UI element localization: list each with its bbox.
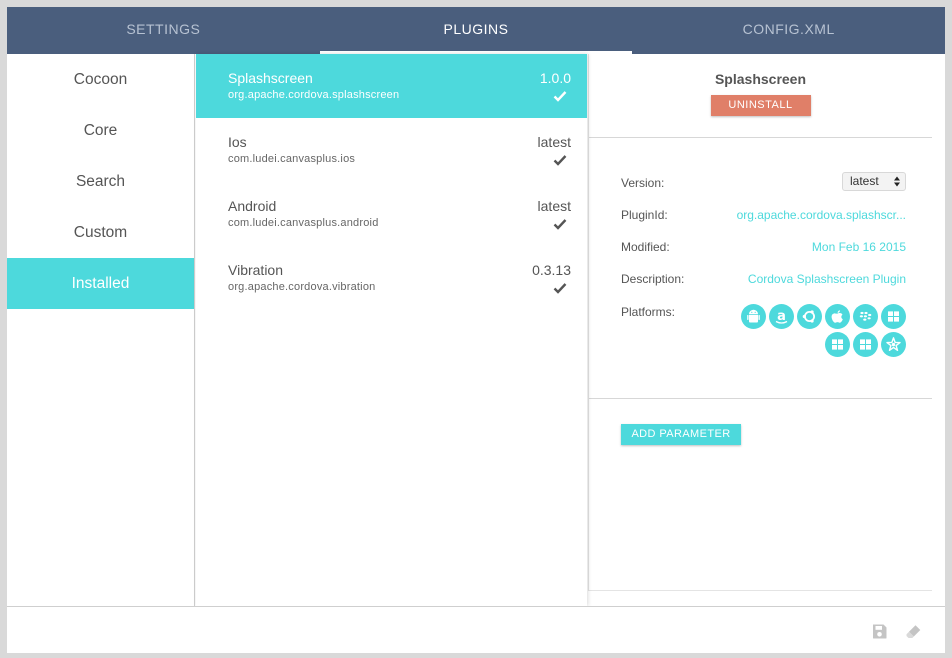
tab-settings[interactable]: SETTINGS bbox=[7, 7, 320, 54]
description-value: Cordova Splashscreen Plugin bbox=[747, 272, 906, 286]
uninstall-button[interactable]: UNINSTALL bbox=[710, 95, 811, 116]
amazon-icon[interactable]: a bbox=[769, 304, 794, 329]
plugin-detail-panel: Splashscreen UNINSTALL Version: latest P… bbox=[588, 54, 932, 591]
plugin-id: com.ludei.canvasplus.android bbox=[228, 217, 379, 229]
sidebar-item-installed[interactable]: Installed bbox=[7, 258, 194, 309]
plugin-list-item-ios[interactable]: Ios com.ludei.canvasplus.ios latest bbox=[196, 118, 587, 182]
platform-icons: a bbox=[738, 304, 906, 360]
version-select[interactable]: latest bbox=[842, 172, 906, 191]
checkmark-icon bbox=[553, 155, 567, 166]
blackberry-icon[interactable] bbox=[853, 304, 878, 329]
plugin-list-item-vibration[interactable]: Vibration org.apache.cordova.vibration 0… bbox=[196, 246, 587, 310]
plugin-id: org.apache.cordova.splashscreen bbox=[228, 89, 400, 101]
sidebar-item-search[interactable]: Search bbox=[7, 156, 194, 207]
android-icon[interactable] bbox=[741, 304, 766, 329]
windows-phone-icon[interactable] bbox=[853, 332, 878, 357]
apple-icon[interactable] bbox=[825, 304, 850, 329]
detail-title: Splashscreen bbox=[714, 71, 807, 87]
plugin-name: Splashscreen bbox=[228, 70, 313, 86]
tab-plugins[interactable]: PLUGINS bbox=[319, 7, 633, 54]
plugin-name: Android bbox=[228, 198, 277, 214]
plugin-id: org.apache.cordova.vibration bbox=[228, 281, 376, 293]
sidebar-item-core[interactable]: Core bbox=[7, 105, 194, 156]
plugin-list-item-android[interactable]: Android com.ludei.canvasplus.android lat… bbox=[196, 182, 587, 246]
top-tab-bar: SETTINGS PLUGINS CONFIG.XML bbox=[7, 7, 945, 54]
plugin-name: Vibration bbox=[228, 262, 284, 278]
modified-label: Modified: bbox=[621, 240, 670, 254]
ubuntu-icon[interactable] bbox=[797, 304, 822, 329]
description-label: Description: bbox=[621, 272, 685, 286]
tab-config-xml[interactable]: CONFIG.XML bbox=[632, 7, 945, 54]
plugin-version: latest bbox=[537, 198, 571, 214]
plugin-version: 0.3.13 bbox=[532, 262, 571, 278]
pluginid-label: PluginId: bbox=[621, 208, 668, 222]
modified-value: Mon Feb 16 2015 bbox=[811, 240, 906, 254]
plugin-id: com.ludei.canvasplus.ios bbox=[228, 153, 356, 165]
checkmark-icon bbox=[553, 91, 567, 102]
plugin-version: 1.0.0 bbox=[539, 70, 571, 86]
add-parameter-button[interactable]: ADD PARAMETER bbox=[621, 424, 741, 445]
plugin-name: Ios bbox=[228, 134, 247, 150]
checkmark-icon bbox=[553, 283, 567, 294]
windows-icon[interactable] bbox=[881, 304, 906, 329]
windows8-icon[interactable] bbox=[825, 332, 850, 357]
svg-text:a: a bbox=[777, 309, 786, 324]
eraser-icon[interactable] bbox=[905, 623, 922, 640]
version-label: Version: bbox=[621, 176, 665, 190]
detail-header: Splashscreen UNINSTALL bbox=[589, 54, 932, 138]
firefoxos-icon[interactable] bbox=[881, 332, 906, 357]
app-window: SETTINGS PLUGINS CONFIG.XML Cocoon Core … bbox=[7, 7, 945, 653]
plugin-list: Splashscreen org.apache.cordova.splashsc… bbox=[196, 54, 587, 606]
select-arrows-icon bbox=[894, 176, 900, 187]
save-icon[interactable] bbox=[871, 623, 888, 640]
plugin-category-sidebar: Cocoon Core Search Custom Installed bbox=[7, 54, 195, 606]
sidebar-item-custom[interactable]: Custom bbox=[7, 207, 194, 258]
pluginid-value: org.apache.cordova.splashscr... bbox=[736, 208, 906, 222]
plugin-version: latest bbox=[537, 134, 571, 150]
plugin-properties: Version: latest PluginId: org.apache.cor… bbox=[589, 138, 932, 399]
checkmark-icon bbox=[553, 219, 567, 230]
version-select-value: latest bbox=[850, 174, 879, 188]
sidebar-item-cocoon[interactable]: Cocoon bbox=[7, 54, 194, 105]
plugin-list-item-splashscreen[interactable]: Splashscreen org.apache.cordova.splashsc… bbox=[196, 54, 587, 118]
footer-bar bbox=[7, 606, 945, 653]
platforms-label: Platforms: bbox=[621, 305, 676, 319]
